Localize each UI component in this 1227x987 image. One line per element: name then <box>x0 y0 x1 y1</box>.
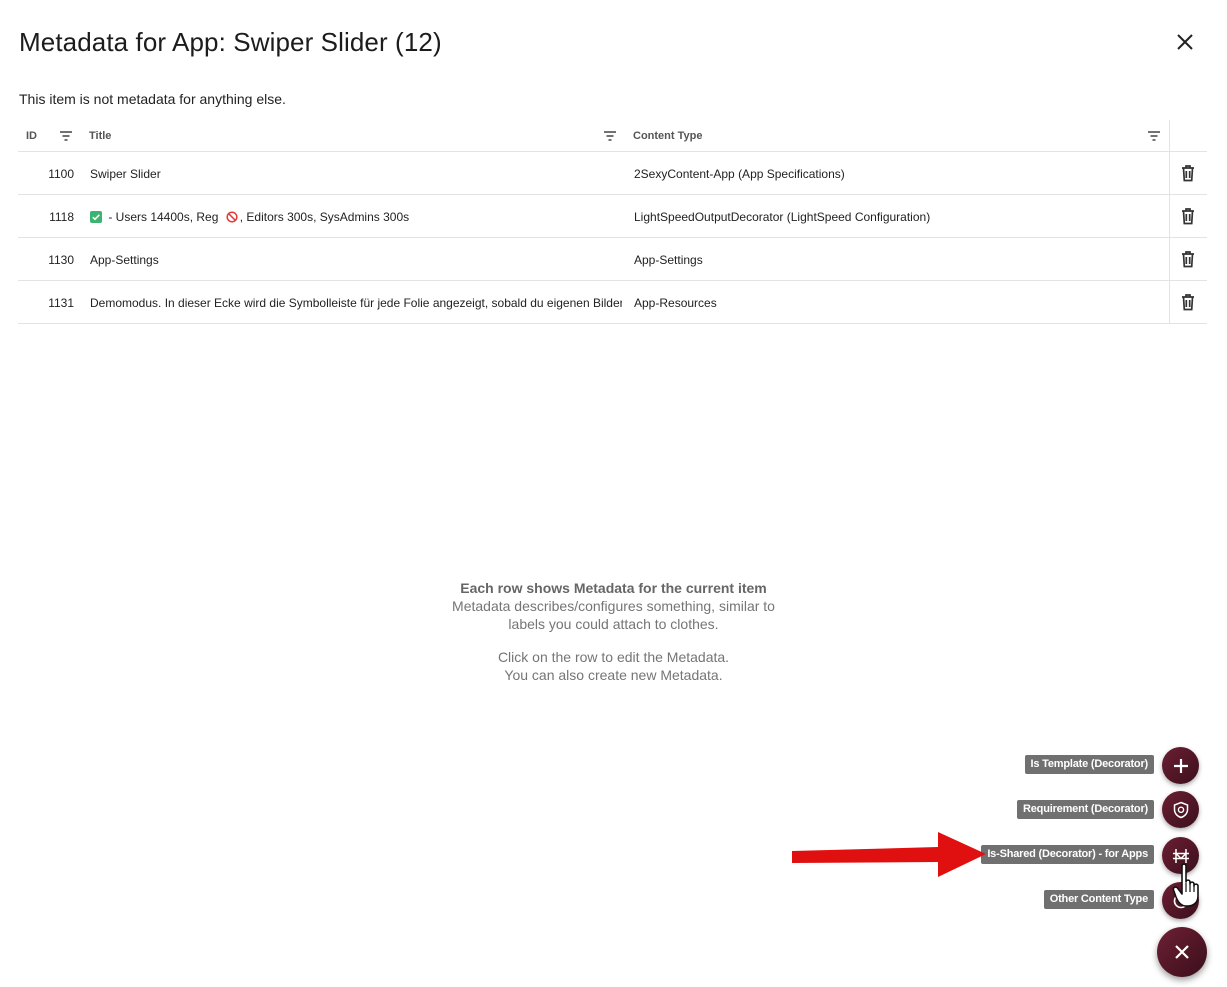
speed-dial-label-is-template[interactable]: Is Template (Decorator) <box>1024 755 1154 774</box>
filter-icon[interactable] <box>59 129 73 143</box>
help-line: labels you could attach to clothes. <box>508 616 719 632</box>
column-header-id[interactable]: ID <box>26 130 37 142</box>
table-row[interactable]: 1131 Demomodus. In dieser Ecke wird die … <box>18 281 1207 324</box>
column-header-content-type[interactable]: Content Type <box>633 130 702 142</box>
is-template-button[interactable] <box>1162 747 1199 784</box>
column-header-title[interactable]: Title <box>89 130 111 142</box>
row-title-part: , Editors 300s, SysAdmins 300s <box>239 210 410 224</box>
filter-icon[interactable] <box>1147 129 1161 143</box>
delete-icon[interactable] <box>1178 292 1198 312</box>
help-line: Metadata describes/configures something,… <box>452 598 775 614</box>
requirement-button[interactable] <box>1162 791 1199 828</box>
column-divider <box>1169 238 1170 280</box>
delete-icon[interactable] <box>1178 163 1198 183</box>
speed-dial-label-requirement[interactable]: Requirement (Decorator) <box>1017 800 1154 819</box>
row-content-type: 2SexyContent-App (App Specifications) <box>634 167 845 181</box>
row-title: App-Settings <box>90 253 159 267</box>
column-divider <box>1169 281 1170 323</box>
row-content-type: LightSpeedOutputDecorator (LightSpeed Co… <box>634 210 931 224</box>
row-content-type: App-Resources <box>634 296 717 310</box>
help-heading: Each row shows Metadata for the current … <box>460 580 767 596</box>
row-title: Demomodus. In dieser Ecke wird die Symbo… <box>90 296 622 310</box>
help-line: You can also create new Metadata. <box>504 667 723 683</box>
close-icon <box>1175 945 1189 959</box>
row-id: 1130 <box>48 253 74 267</box>
table-row[interactable]: 1118 - Users 14400s, Reg , Editors 300s,… <box>18 195 1207 238</box>
speed-dial-label-is-shared[interactable]: Is-Shared (Decorator) - for Apps <box>981 845 1154 864</box>
plus-icon <box>1173 758 1188 773</box>
shield-icon <box>1173 801 1188 818</box>
table-row[interactable]: 1100 Swiper Slider 2SexyContent-App (App… <box>18 152 1207 195</box>
speed-dial-label-other-content-type[interactable]: Other Content Type <box>1043 890 1154 909</box>
delete-icon[interactable] <box>1178 249 1198 269</box>
row-id: 1131 <box>48 296 74 310</box>
prohibited-icon <box>226 211 238 223</box>
help-text: Each row shows Metadata for the current … <box>340 579 887 633</box>
close-button[interactable] <box>1170 27 1200 57</box>
delete-icon[interactable] <box>1178 206 1198 226</box>
column-divider <box>1169 195 1170 237</box>
check-box-icon <box>90 211 102 223</box>
help-line: Click on the row to edit the Metadata. <box>497 649 730 665</box>
table-header: ID Title Content Type <box>18 120 1207 152</box>
metadata-for-note: This item is not metadata for anything e… <box>19 91 286 107</box>
speed-dial-close-button[interactable] <box>1157 927 1207 977</box>
hand-cursor-icon <box>1172 863 1199 907</box>
annotation-arrow <box>792 832 986 877</box>
table-row[interactable]: 1130 App-Settings App-Settings <box>18 238 1207 281</box>
row-content-type: App-Settings <box>634 253 703 267</box>
row-id: 1118 <box>49 210 74 224</box>
help-text: Click on the row to edit the Metadata. Y… <box>340 648 887 684</box>
column-divider <box>1169 152 1170 194</box>
metadata-table: ID Title Content Type 1100 Swiper Slider… <box>18 120 1207 324</box>
dialog-title: Metadata for App: Swiper Slider (12) <box>19 27 442 57</box>
row-title: Swiper Slider <box>90 167 161 181</box>
row-title: - Users 14400s, Reg , Editors 300s, SysA… <box>90 210 622 224</box>
column-divider <box>1169 120 1170 151</box>
row-title-part: - Users 14400s, Reg <box>105 210 222 224</box>
filter-icon[interactable] <box>603 129 617 143</box>
row-id: 1100 <box>48 167 74 181</box>
close-icon <box>1177 34 1193 50</box>
